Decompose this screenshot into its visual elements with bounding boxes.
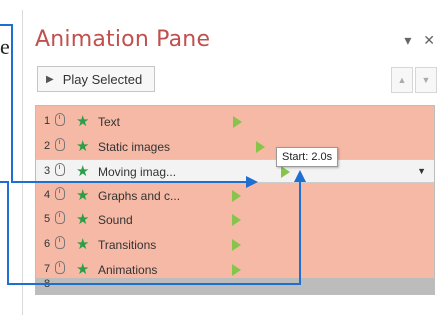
- callout-line-top: [0, 24, 248, 183]
- callout-line-bottom: [0, 178, 301, 285]
- callout-arrowhead-bottom: [294, 170, 306, 182]
- callout-lines: [0, 24, 306, 285]
- callout-arrowhead-top: [246, 176, 258, 188]
